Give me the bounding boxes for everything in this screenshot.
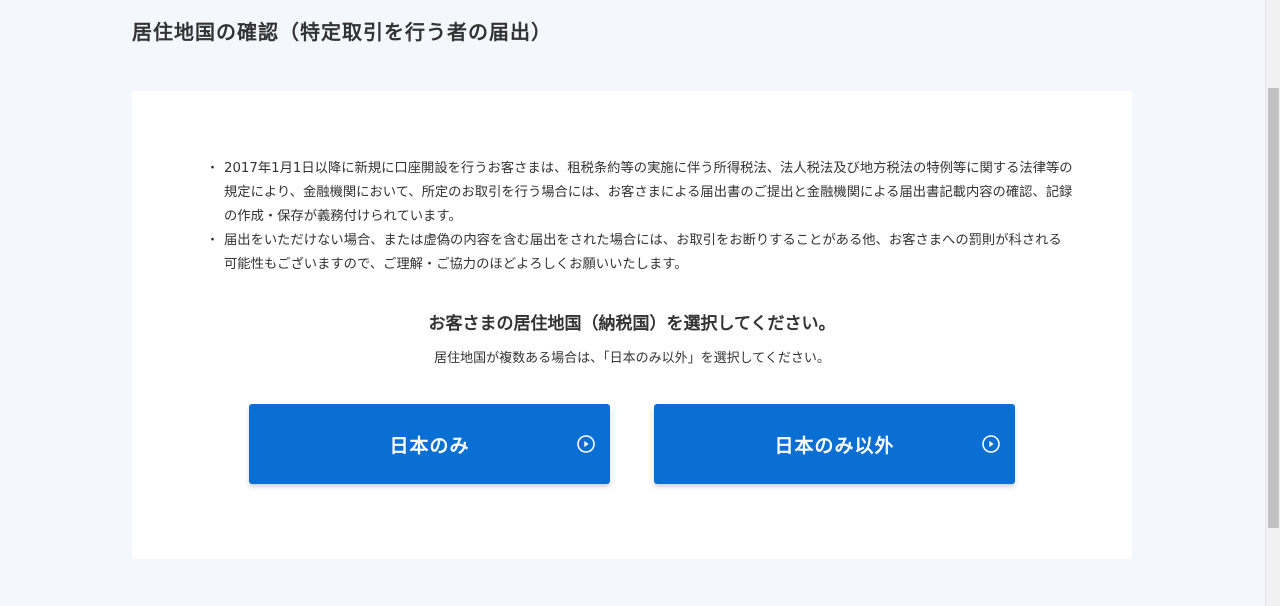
notice-text: 2017年1月1日以降に新規に口座開設を行うお客さまは、租税条約等の実施に伴う所… <box>224 161 1073 224</box>
play-circle-icon <box>982 435 1000 453</box>
japan-only-button[interactable]: 日本のみ <box>249 404 610 484</box>
residence-confirmation-card: ・ 2017年1月1日以降に新規に口座開設を行うお客さまは、租税条約等の実施に伴… <box>132 91 1132 559</box>
vertical-scrollbar[interactable] <box>1265 0 1280 606</box>
selection-heading: お客さまの居住地国（納税国）を選択してください。 <box>428 314 836 334</box>
notice-item: ・ 2017年1月1日以降に新規に口座開設を行うお客さまは、租税条約等の実施に伴… <box>204 157 1074 229</box>
other-than-japan-label: 日本のみ以外 <box>774 434 895 457</box>
other-than-japan-button[interactable]: 日本のみ以外 <box>654 404 1015 484</box>
bullet-icon: ・ <box>206 233 220 248</box>
japan-only-label: 日本のみ <box>389 434 470 457</box>
scrollbar-thumb[interactable] <box>1268 88 1279 528</box>
notice-item: ・ 届出をいただけない場合、または虚偽の内容を含む届出をされた場合には、お取引を… <box>204 229 1074 277</box>
page-title: 居住地国の確認（特定取引を行う者の届出） <box>132 20 552 44</box>
notice-text: 届出をいただけない場合、または虚偽の内容を含む届出をされた場合には、お取引をお断… <box>224 233 1062 272</box>
play-circle-icon <box>577 435 595 453</box>
selection-note: 居住地国が複数ある場合は、「日本のみ以外」を選択してください。 <box>434 351 830 366</box>
notice-list: ・ 2017年1月1日以降に新規に口座開設を行うお客さまは、租税条約等の実施に伴… <box>204 157 1074 277</box>
bullet-icon: ・ <box>206 161 220 176</box>
